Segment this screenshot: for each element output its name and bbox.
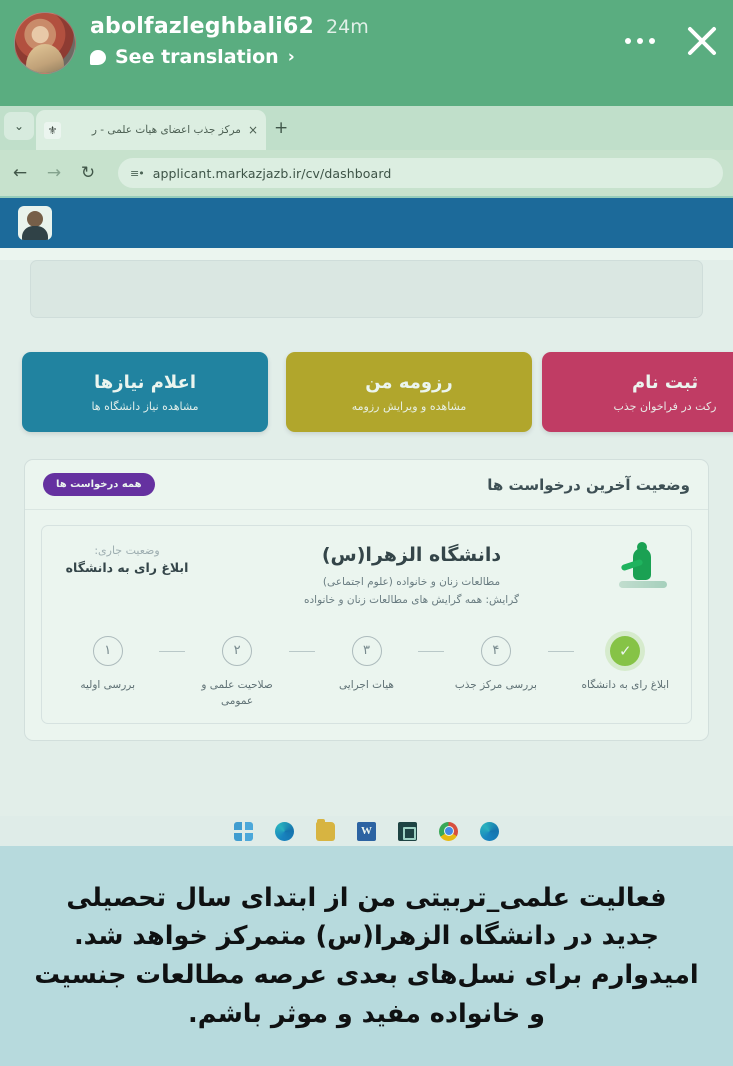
step-1[interactable]: ۱ بررسی اولیه — [56, 635, 159, 693]
edge-icon-2[interactable] — [480, 821, 499, 841]
close-icon[interactable] — [685, 24, 719, 58]
browser-omnibar: ← → ↻ ≡• applicant.markazjazb.ir/cv/dash… — [0, 150, 733, 196]
step-5-completed[interactable]: ✓ ابلاغ رای به دانشگاه — [574, 635, 677, 693]
request-item: دانشگاه الزهرا(س) مطالعات زنان و خانواده… — [41, 525, 692, 725]
card-register[interactable]: ثبت نام رکت در فراخوان جذب — [542, 352, 733, 432]
chrome-icon[interactable] — [439, 821, 458, 841]
all-requests-button[interactable]: همه درخواست ها — [43, 473, 155, 496]
browser-tab-title: مرکز جذب اعضای هیأت علمی - ر — [91, 124, 241, 136]
requests-card-header: وضعیت آخرین درخواست ها همه درخواست ها — [25, 460, 708, 510]
request-item-top: دانشگاه الزهرا(س) مطالعات زنان و خانواده… — [56, 542, 677, 610]
browser-tab[interactable]: ⚜ مرکز جذب اعضای هیأت علمی - ر × — [36, 110, 266, 150]
address-bar[interactable]: ≡• applicant.markazjazb.ir/cv/dashboard — [118, 158, 723, 188]
instagram-story-screen: abolfazleghbali62 24m See translation › … — [0, 0, 733, 1066]
card-resume-title: رزومه من — [365, 371, 453, 393]
step-1-circle: ۱ — [92, 635, 123, 666]
step-4-circle: ۴ — [480, 635, 511, 666]
card-register-subtitle: رکت در فراخوان جذب — [613, 399, 717, 413]
step-3-circle: ۳ — [351, 635, 382, 666]
card-needs-subtitle: مشاهده نیاز دانشگاه ها — [91, 399, 199, 413]
story-caption-text: فعالیت علمی_تربیتی من از ابتدای سال تحصی… — [34, 882, 699, 1029]
current-status-block: وضعیت جاری: ابلاغ رای به دانشگاه — [56, 542, 206, 575]
more-options-icon[interactable] — [625, 38, 655, 44]
step-2[interactable]: ۲ صلاحیت علمی و عمومی — [185, 635, 288, 710]
alzahra-university-logo — [617, 542, 673, 594]
app-icon[interactable] — [398, 821, 417, 841]
story-avatar[interactable] — [14, 12, 76, 74]
site-favicon: ⚜ — [44, 121, 61, 139]
step-3[interactable]: ۳ هیات اجرایی — [315, 635, 418, 693]
file-explorer-icon[interactable] — [316, 818, 335, 841]
university-name: دانشگاه الزهرا(س) — [321, 544, 502, 566]
current-status-label: وضعیت جاری: — [94, 544, 160, 557]
step-connector — [547, 650, 574, 653]
step-2-label: صلاحیت علمی و عمومی — [201, 678, 273, 707]
story-timestamp: 24m — [326, 16, 369, 38]
story-header-text: abolfazleghbali62 24m See translation › — [90, 8, 369, 68]
step-2-circle: ۲ — [222, 635, 253, 666]
windows-start-icon[interactable] — [234, 821, 253, 841]
card-resume[interactable]: رزومه من مشاهده و ویرایش رزومه — [286, 352, 532, 432]
address-bar-url: applicant.markazjazb.ir/cv/dashboard — [152, 165, 392, 181]
browser-tabstrip: ⌄ ⚜ مرکز جذب اعضای هیأت علمی - ر × + — [0, 106, 733, 150]
chevron-right-icon: › — [287, 47, 295, 67]
requests-card-title: وضعیت آخرین درخواست ها — [487, 475, 690, 494]
card-resume-subtitle: مشاهده و ویرایش رزومه — [351, 399, 467, 413]
step-connector — [159, 650, 186, 653]
dashboard-page-body: اعلام نیازها مشاهده نیاز دانشگاه ها رزوم… — [0, 260, 733, 820]
story-header: abolfazleghbali62 24m See translation › — [0, 0, 733, 108]
reload-icon[interactable]: ↻ — [78, 163, 98, 183]
back-icon[interactable]: ← — [10, 163, 30, 183]
current-status-value: ابلاغ رای به دانشگاه — [65, 560, 189, 575]
story-caption: فعالیت علمی_تربیتی من از ابتدای سال تحصی… — [0, 846, 733, 1066]
card-needs[interactable]: اعلام نیازها مشاهده نیاز دانشگاه ها — [22, 352, 268, 432]
step-5-label: ابلاغ رای به دانشگاه — [581, 678, 670, 691]
story-meta-line: abolfazleghbali62 24m — [90, 14, 369, 39]
forward-icon[interactable]: → — [44, 163, 64, 183]
see-translation-label[interactable]: See translation — [115, 46, 279, 68]
user-profile-photo[interactable] — [18, 206, 52, 240]
story-username[interactable]: abolfazleghbali62 — [90, 14, 314, 39]
new-tab-icon[interactable]: + — [274, 118, 288, 138]
site-settings-icon[interactable]: ≡• — [130, 167, 145, 180]
dashboard-cards-row: اعلام نیازها مشاهده نیاز دانشگاه ها رزوم… — [16, 352, 733, 432]
requests-status-card: وضعیت آخرین درخواست ها همه درخواست ها دا… — [24, 459, 709, 742]
tab-search-chevron-icon[interactable]: ⌄ — [4, 112, 34, 140]
edge-icon[interactable] — [275, 821, 294, 841]
see-translation-row[interactable]: See translation › — [90, 46, 369, 68]
step-4[interactable]: ۴ بررسی مرکز جذب — [444, 635, 547, 693]
tab-close-icon[interactable]: × — [248, 123, 258, 137]
site-navbar — [0, 196, 733, 248]
card-needs-title: اعلام نیازها — [93, 371, 197, 393]
browser-screenshot: ⌄ ⚜ مرکز جذب اعضای هیأت علمی - ر × + ← →… — [0, 106, 733, 846]
university-block: دانشگاه الزهرا(س) مطالعات زنان و خانواده… — [206, 542, 617, 610]
windows-taskbar: W — [0, 816, 733, 846]
card-register-title: ثبت نام — [631, 371, 699, 393]
step-connector — [288, 650, 315, 653]
field-line-1: مطالعات زنان و خانواده (علوم اجتماعی) — [322, 576, 501, 588]
field-line-2: گرایش: همه گرایش های مطالعات زنان و خانو… — [303, 593, 520, 606]
step-connector — [418, 650, 445, 653]
story-header-actions — [625, 8, 719, 58]
empty-panel — [30, 260, 703, 318]
word-icon[interactable]: W — [357, 821, 376, 841]
check-icon: ✓ — [610, 635, 641, 666]
step-1-label: بررسی اولیه — [80, 678, 136, 691]
speech-bubble-icon — [90, 49, 106, 65]
request-progress-stepper: ۱ بررسی اولیه ۲ صلاحیت علمی و عمومی ۳ هی… — [56, 635, 677, 714]
step-4-label: بررسی مرکز جذب — [454, 678, 537, 691]
step-3-label: هیات اجرایی — [339, 678, 394, 691]
